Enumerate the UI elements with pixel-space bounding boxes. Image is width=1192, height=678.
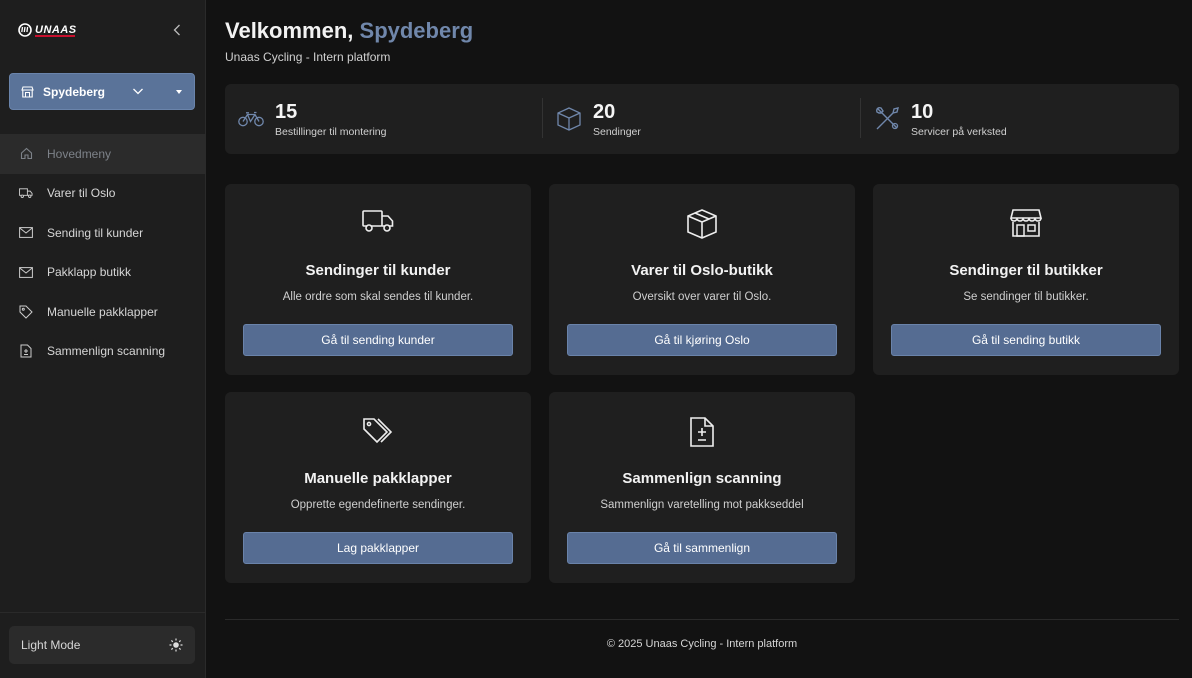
sidebar-nav: Hovedmeny Varer til Oslo Sending til kun… xyxy=(0,134,206,371)
sidebar-item-hovedmeny[interactable]: Hovedmeny xyxy=(0,134,206,174)
main-content: Velkommen, Spydeberg Unaas Cycling - Int… xyxy=(207,0,1192,678)
goto-kjoring-oslo-button[interactable]: Gå til kjøring Oslo xyxy=(567,324,837,356)
stat-bestillinger: 15 Bestillinger til montering xyxy=(238,84,386,154)
dropdown-caret-icon xyxy=(176,90,182,94)
stat-value: 10 xyxy=(911,100,934,123)
card-sendinger-kunder: Sendinger til kunder Alle ordre som skal… xyxy=(225,184,531,375)
card-description: Sammenlign varetelling mot pakkseddel xyxy=(600,499,804,511)
logo-icon xyxy=(18,23,32,37)
stat-label: Servicer på verksted xyxy=(911,125,1007,138)
stat-label: Bestillinger til montering xyxy=(275,125,387,138)
light-mode-toggle[interactable]: Light Mode xyxy=(9,626,195,664)
goto-sending-butikk-button[interactable]: Gå til sending butikk xyxy=(891,324,1161,356)
sidebar-item-label: Manuelle pakklapper xyxy=(47,304,158,319)
light-mode-label: Light Mode xyxy=(21,638,81,652)
welcome-text: Velkommen, xyxy=(225,18,354,43)
footer-divider xyxy=(225,619,1179,620)
bike-icon xyxy=(238,106,264,132)
sidebar-item-label: Pakklapp butikk xyxy=(47,265,132,280)
lag-pakklapper-button[interactable]: Lag pakklapper xyxy=(243,532,513,564)
card-varer-oslo: Varer til Oslo-butikk Oversikt over vare… xyxy=(549,184,855,375)
mail-icon xyxy=(19,265,33,279)
sidebar-item-varer-til-oslo[interactable]: Varer til Oslo xyxy=(0,174,206,214)
box-icon xyxy=(556,106,582,132)
card-title: Manuelle pakklapper xyxy=(304,470,452,487)
card-description: Opprette egendefinerte sendinger. xyxy=(290,499,466,511)
stat-sendinger: 20 Sendinger xyxy=(556,84,641,154)
page-title: Velkommen, Spydeberg xyxy=(225,18,473,44)
sidebar-item-label: Sending til kunder xyxy=(47,225,144,240)
chevron-down-icon xyxy=(133,88,143,95)
sidebar-item-label: Sammenlign scanning xyxy=(47,344,166,359)
stats-panel: 15 Bestillinger til montering 20 Sending… xyxy=(225,84,1179,154)
store-name: Spydeberg xyxy=(43,84,106,99)
stat-value: 20 xyxy=(593,100,616,123)
card-title: Varer til Oslo-butikk xyxy=(631,262,773,279)
tag-icon xyxy=(19,305,33,319)
sidebar-footer: Light Mode xyxy=(0,612,206,678)
goto-sending-kunder-button[interactable]: Gå til sending kunder xyxy=(243,324,513,356)
card-manuelle-pakklapper: Manuelle pakklapper Opprette egendefiner… xyxy=(225,392,531,583)
footer-text: © 2025 Unaas Cycling - Intern platform xyxy=(606,638,798,650)
collapse-sidebar-button[interactable] xyxy=(168,20,186,40)
card-title: Sendinger til kunder xyxy=(305,262,451,279)
card-sammenlign-scanning: Sammenlign scanning Sammenlign varetelli… xyxy=(549,392,855,583)
card-description: Alle ordre som skal sendes til kunder. xyxy=(282,291,474,303)
tags-icon xyxy=(225,416,531,446)
stat-divider xyxy=(542,98,543,138)
page-subtitle: Unaas Cycling - Intern platform xyxy=(225,50,391,64)
goto-sammenlign-button[interactable]: Gå til sammenlign xyxy=(567,532,837,564)
store-icon xyxy=(21,85,34,98)
mail-icon xyxy=(19,226,33,240)
welcome-store: Spydeberg xyxy=(359,18,474,43)
stat-servicer: 10 Servicer på verksted xyxy=(874,84,1007,154)
sidebar-item-sammenlign-scanning[interactable]: Sammenlign scanning xyxy=(0,332,206,372)
file-diff-icon xyxy=(19,344,33,358)
file-diff-icon xyxy=(549,416,855,448)
sidebar-item-pakklapp-butikk[interactable]: Pakklapp butikk xyxy=(0,253,206,293)
chevron-left-icon xyxy=(173,24,180,36)
card-description: Oversikt over varer til Oslo. xyxy=(632,291,772,303)
sun-icon xyxy=(169,638,183,652)
stat-value: 15 xyxy=(275,100,298,123)
card-title: Sendinger til butikker xyxy=(949,262,1103,279)
logo-stripe xyxy=(35,35,75,37)
truck-icon xyxy=(225,208,531,234)
card-description: Se sendinger til butikker. xyxy=(963,291,1089,303)
stat-divider xyxy=(860,98,861,138)
sidebar-item-sending-til-kunder[interactable]: Sending til kunder xyxy=(0,213,206,253)
sidebar: UNAAS Spydeberg Hovedmeny Varer til Oslo… xyxy=(0,0,206,678)
sidebar-item-manuelle-pakklapper[interactable]: Manuelle pakklapper xyxy=(0,292,206,332)
sidebar-item-label: Hovedmeny xyxy=(47,146,112,161)
sidebar-item-label: Varer til Oslo xyxy=(47,186,116,201)
logo[interactable]: UNAAS xyxy=(18,20,77,40)
stat-label: Sendinger xyxy=(593,125,641,138)
home-icon xyxy=(19,147,33,161)
tools-icon xyxy=(874,106,900,132)
store-selector[interactable]: Spydeberg xyxy=(9,73,195,110)
box-icon xyxy=(549,208,855,240)
card-title: Sammenlign scanning xyxy=(622,470,782,487)
store-icon xyxy=(873,208,1179,238)
card-sendinger-butikker: Sendinger til butikker Se sendinger til … xyxy=(873,184,1179,375)
truck-icon xyxy=(19,186,33,200)
